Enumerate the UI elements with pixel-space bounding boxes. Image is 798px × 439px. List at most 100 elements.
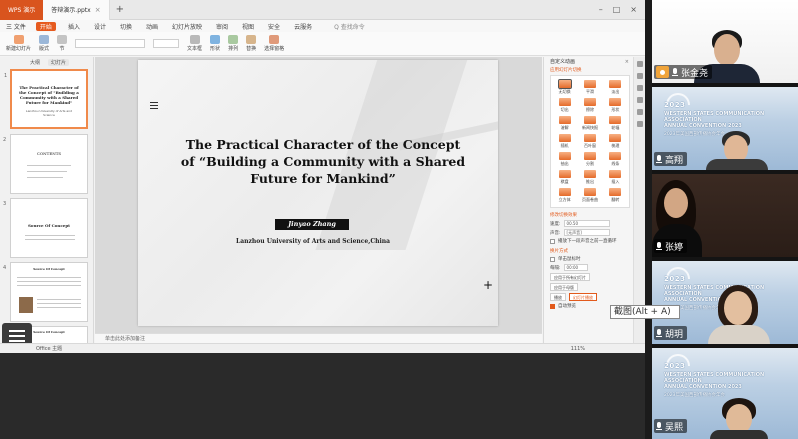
transition-effect-option[interactable]: 棋盘 [553,170,576,185]
play-button[interactable]: 播放 [550,293,566,301]
menu-line-icon [9,335,25,337]
transition-effect-option[interactable]: 新闻快报 [578,116,601,131]
transition-effect-option[interactable]: 分割 [578,152,601,167]
transition-effect-option[interactable]: 溶解 [553,116,576,131]
transition-effect-option[interactable]: 擦除 [578,98,601,113]
animation-icon[interactable] [636,85,643,91]
tab-outline[interactable]: 大纲 [30,59,40,66]
replace-button[interactable]: 替换 [246,35,256,52]
autopreview-checkbox[interactable] [550,303,555,309]
minimize-icon[interactable]: – [599,5,603,14]
command-search[interactable]: Q 查找命令 [334,22,365,31]
every-input[interactable]: 00:00 [563,264,588,271]
font-size-field[interactable] [153,39,180,48]
transition-effect-option[interactable]: 梳理 [604,134,627,149]
slide-affiliation[interactable]: Lanzhou University of Arts and Science,C… [178,238,448,245]
shape-icon[interactable] [636,61,643,67]
participant-nameplate: 张金尧 [654,65,713,79]
zoom-level[interactable]: 111% [571,346,645,352]
transition-effect-option[interactable]: 形状 [604,98,627,113]
slide-thumbnail-1[interactable]: 1 The Practical Character of the Concept… [4,69,88,129]
notes-area[interactable]: 单击此处添加备注 [95,333,542,343]
help-icon[interactable] [636,121,643,127]
microphone-icon[interactable] [656,154,662,164]
transition-effect-option[interactable]: 页面卷曲 [578,188,601,203]
textbox-button[interactable]: 文本框 [187,35,202,52]
transition-effect-option[interactable]: 推出 [578,170,601,185]
participant-tile[interactable]: 张婷 [652,174,798,257]
slide-thumbnail-4[interactable]: 4 Source Of Concept [3,262,88,322]
microphone-icon[interactable] [656,421,662,431]
menu-item-insert[interactable]: 插入 [66,22,82,31]
share-icon[interactable] [636,73,643,79]
menu-item-review[interactable]: 审阅 [214,22,230,31]
layout-button[interactable]: 版式 [39,35,49,52]
transition-effect-option[interactable]: 百叶窗 [578,134,601,149]
slide-title[interactable]: The Practical Character of the Concept o… [178,136,468,187]
transition-effect-option[interactable]: 抽出 [553,152,576,167]
tab-slides[interactable]: 幻灯片 [48,58,70,66]
banner-year: 2023 [664,101,686,109]
transition-effect-option[interactable]: 切出 [553,98,576,113]
close-pane-icon[interactable]: × [625,57,633,67]
section-button[interactable]: 节 [57,35,68,52]
transition-effect-option[interactable]: 立方体 [553,188,576,203]
document-tab[interactable]: 答辩演示.pptx × [43,0,110,20]
menu-item-animation[interactable]: 动画 [144,22,160,31]
menu-item-cloud[interactable]: 云服务 [292,22,314,31]
shape-button[interactable]: 形状 [210,35,220,52]
textbox-icon [189,35,200,44]
loop-checkbox[interactable] [550,238,555,244]
transition-preview-icon [558,152,571,160]
on-click-checkbox[interactable] [550,256,555,262]
close-tab-icon[interactable]: × [95,6,101,14]
transition-effect-option[interactable]: 翻转 [604,188,627,203]
apply-all-button[interactable]: 应用于所有幻灯片 [550,273,590,281]
slide-thumbnail-2[interactable]: 2 CONTENTS [3,134,88,194]
participant-tile[interactable]: 2023 WESTERN STATES COMMUNICATION ASSOCI… [652,87,798,170]
menu-item-transition[interactable]: 切换 [118,22,134,31]
settings-icon[interactable] [636,109,643,115]
file-menu[interactable]: 三 文件 [6,22,26,31]
menu-line-icon [9,330,25,332]
participant-tile[interactable]: 2023 WESTERN STATES COMMUNICATION ASSOCI… [652,261,798,344]
menu-item-home[interactable]: 开始 [35,21,56,31]
current-slide[interactable]: The Practical Character of the Concept o… [138,60,498,326]
transition-icon[interactable] [636,97,643,103]
microphone-icon[interactable] [656,241,662,251]
menu-item-view[interactable]: 视图 [240,22,256,31]
menu-item-slideshow[interactable]: 幻灯片放映 [170,22,204,31]
transition-effect-option[interactable]: 线条 [604,152,627,167]
app-tab[interactable]: WPS 演示 [0,0,44,20]
participant-tile[interactable]: 张金尧 [652,0,798,83]
slide-author[interactable]: Jinyao Zhang [275,219,349,230]
apply-master-button[interactable]: 应用于母版 [550,283,578,291]
transition-effect-option[interactable]: 无切换 [553,79,576,95]
new-slide-button[interactable]: 新建幻灯片 [6,35,31,52]
slide-thumbnail-3[interactable]: 3 Source Of Concept [3,198,88,258]
pane-subtitle: 应用幻灯片切换 [550,68,582,73]
transition-effect-option[interactable]: 插入 [604,170,627,185]
selection-pane-button[interactable]: 选择窗格 [264,35,284,52]
sound-select[interactable]: [无声音] [563,229,610,236]
transition-effect-option[interactable]: 随机 [553,134,576,149]
participant-tile[interactable]: 2023 WESTERN STATES COMMUNICATION ASSOCI… [652,348,798,439]
microphone-icon[interactable] [656,328,662,338]
menu-item-design[interactable]: 设计 [92,22,108,31]
loop-row[interactable]: 播放下一段声音之前一直循环 [544,238,633,244]
new-tab-icon[interactable]: + [110,4,130,15]
transition-effect-option[interactable]: 平滑 [578,80,601,95]
slideshow-button[interactable]: 幻灯片播放 [569,293,597,301]
transition-effect-option[interactable]: 淡出 [604,80,627,95]
transition-effect-option[interactable]: 轮辐 [604,116,627,131]
maximize-icon[interactable]: □ [613,5,621,14]
thumbnail-title: The Practical Character of the Concept o… [19,85,79,105]
speed-input[interactable]: 00.50 [563,220,610,227]
close-window-icon[interactable]: × [630,5,637,14]
menu-item-security[interactable]: 安全 [266,22,282,31]
microphone-icon[interactable] [672,67,678,77]
on-click-label: 单击鼠标时 [558,257,581,262]
on-click-row[interactable]: 单击鼠标时 [544,256,633,262]
arrange-button[interactable]: 排列 [228,35,238,52]
font-name-field[interactable] [75,39,146,48]
